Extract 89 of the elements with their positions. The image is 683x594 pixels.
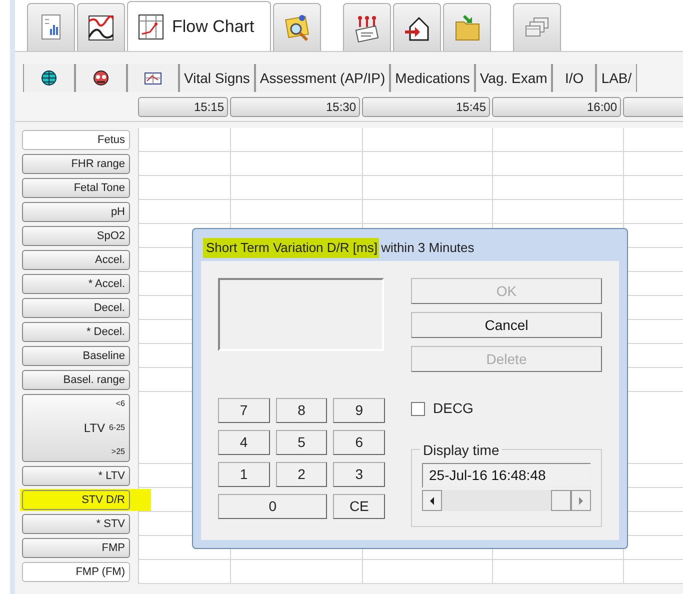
range-label: >25 — [111, 446, 125, 458]
sub-tab[interactable]: LAB/ — [596, 64, 637, 92]
keypad-key[interactable]: CE — [333, 494, 385, 519]
keypad-key[interactable]: 8 — [276, 398, 328, 423]
toolbar-tab[interactable]: Flow Chart — [127, 1, 272, 51]
keypad-key[interactable]: 0 — [218, 494, 328, 519]
sub-tab[interactable] — [127, 64, 179, 92]
keypad-key[interactable]: 4 — [218, 430, 270, 455]
grid-cell[interactable] — [363, 152, 493, 176]
row-label: LTV — [84, 420, 105, 437]
grid-cell[interactable] — [363, 128, 493, 152]
row-label-button[interactable]: FMP (FM) — [22, 562, 130, 582]
grid-cell[interactable] — [231, 152, 363, 176]
grid-cell[interactable] — [139, 560, 231, 584]
time-scrollbar[interactable] — [422, 490, 591, 511]
keypad-key[interactable]: 2 — [276, 462, 328, 487]
grid-cell[interactable] — [139, 200, 231, 224]
trace-graph-icon — [86, 12, 116, 42]
time-column-header[interactable]: 16:00 — [492, 96, 621, 116]
grid-cell[interactable] — [493, 128, 624, 152]
row-label-button[interactable]: pH — [22, 202, 130, 222]
row-label-button[interactable]: Fetus — [22, 130, 130, 150]
time-column-header[interactable] — [623, 96, 683, 116]
row-label-button[interactable]: * STV — [22, 514, 130, 534]
row-label-button[interactable]: FMP — [22, 538, 130, 558]
sub-tab[interactable]: Vag. Exam — [474, 64, 552, 92]
row-label-button[interactable]: Decel. — [22, 298, 130, 318]
row-label-button[interactable]: Accel. — [22, 250, 130, 270]
grid-cell[interactable] — [493, 176, 624, 200]
sub-tab[interactable]: I/O — [552, 64, 596, 92]
grid-cell[interactable] — [139, 152, 231, 176]
grid-cell[interactable] — [624, 152, 683, 176]
range-label: 6-25 — [108, 422, 125, 434]
row-label-button[interactable]: LTV <6 6-25 >25 — [22, 394, 130, 462]
row-label-button[interactable]: * Accel. — [22, 274, 130, 294]
grid-cell[interactable] — [363, 200, 493, 224]
row-label-button[interactable]: FHR range — [22, 154, 130, 174]
grid-cell[interactable] — [624, 536, 683, 560]
keypad-key[interactable]: 5 — [276, 430, 328, 455]
grid-cell[interactable] — [624, 560, 683, 584]
grid-cell[interactable] — [231, 176, 363, 200]
time-column-header[interactable]: 15:45 — [362, 96, 490, 116]
sub-tab[interactable] — [23, 64, 75, 92]
scroll-left-icon[interactable] — [422, 490, 442, 511]
row-label-button[interactable]: Basel. range — [22, 370, 130, 390]
toolbar-tab[interactable] — [77, 3, 125, 51]
time-column-header[interactable]: 15:30 — [230, 96, 360, 116]
row-label-button[interactable]: Fetal Tone — [22, 178, 130, 198]
grid-cell[interactable] — [363, 176, 493, 200]
grid-cell[interactable] — [139, 176, 231, 200]
dialog-button[interactable]: Cancel — [411, 312, 602, 338]
row-label-button[interactable]: * LTV — [22, 466, 130, 486]
keypad-key[interactable]: 6 — [333, 430, 385, 455]
checkbox-label: DECG — [433, 399, 474, 418]
range-label: <6 — [116, 398, 125, 410]
grid-cell[interactable] — [624, 176, 683, 200]
grid-cell[interactable] — [624, 200, 683, 224]
grid-cell[interactable] — [363, 560, 493, 584]
keypad-key[interactable]: 7 — [218, 398, 270, 423]
row-label-button[interactable]: SpO2 — [22, 226, 130, 246]
flow-chart-icon — [136, 12, 166, 42]
sub-tab[interactable] — [75, 64, 127, 92]
row-label-button[interactable]: * Decel. — [22, 322, 130, 342]
grid-cell[interactable] — [231, 128, 363, 152]
time-column-header[interactable]: 15:15 — [138, 96, 228, 116]
scroll-right-icon[interactable] — [571, 490, 591, 511]
row-label-button[interactable]: STV D/R — [22, 490, 130, 510]
grid-cell[interactable] — [493, 560, 624, 584]
grid-cell[interactable] — [231, 200, 363, 224]
keypad-key[interactable]: 1 — [218, 462, 270, 487]
sub-tab[interactable]: Medications — [390, 64, 475, 92]
creature-icon — [92, 69, 110, 87]
keypad-key[interactable]: 3 — [333, 462, 385, 487]
value-field[interactable] — [218, 278, 384, 351]
sub-tab[interactable]: Vital Signs — [179, 64, 255, 92]
grid-cell[interactable] — [139, 128, 231, 152]
grid-cell[interactable] — [624, 128, 683, 152]
toolbar-tab[interactable] — [393, 3, 442, 51]
decg-checkbox[interactable] — [411, 402, 425, 416]
row-label-button[interactable]: Baseline — [22, 346, 130, 366]
grid-cell[interactable] — [624, 224, 683, 248]
grid-cell[interactable] — [493, 200, 624, 224]
scroll-thumb[interactable] — [551, 490, 571, 511]
grid-cell[interactable] — [231, 560, 363, 584]
globe-icon — [40, 69, 58, 87]
keypad-key[interactable]: 9 — [333, 398, 385, 423]
sub-tab[interactable]: Assessment (AP/IP) — [254, 64, 390, 92]
time-field[interactable]: 25-Jul-16 16:48:48 — [422, 463, 591, 488]
grid-cell[interactable] — [493, 152, 624, 176]
